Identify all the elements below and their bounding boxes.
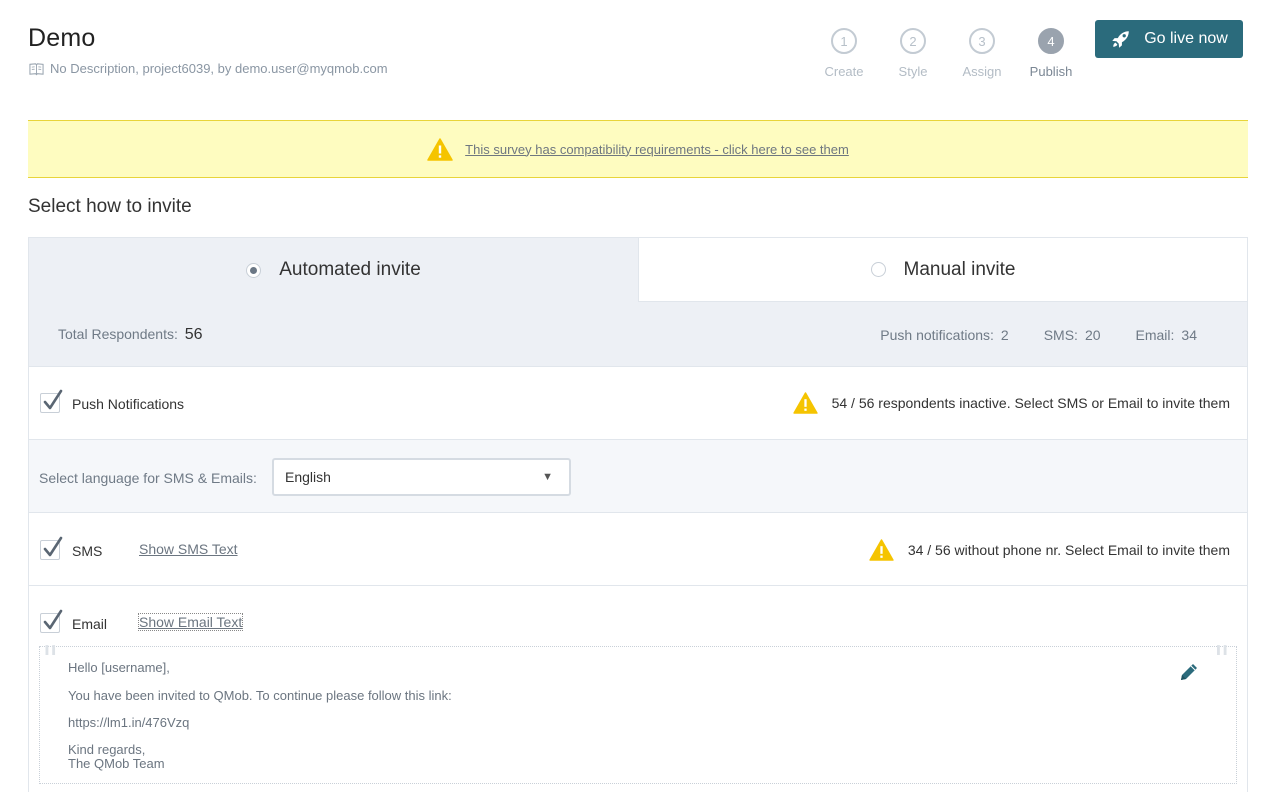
invite-panel: Automated invite Manual invite Total Res… bbox=[28, 237, 1248, 792]
automated-radio[interactable] bbox=[246, 262, 262, 278]
step-number: 3 bbox=[969, 28, 995, 54]
language-label: Select language for SMS & Emails: bbox=[39, 470, 257, 486]
total-label: Total Respondents: bbox=[58, 326, 178, 342]
step-style[interactable]: 2 Style bbox=[879, 28, 947, 79]
sms-warning: 34 / 56 without phone nr. Select Email t… bbox=[869, 539, 1230, 561]
total-value: 56 bbox=[184, 326, 203, 343]
sms-count-label: SMS: bbox=[1043, 327, 1078, 343]
respondent-stats: Total Respondents: 56 Push notifications… bbox=[29, 302, 1247, 367]
step-label: Create bbox=[824, 64, 864, 79]
go-live-label: Go live now bbox=[1144, 30, 1228, 47]
email-row: Email Show Email Text " " Hello [usernam… bbox=[29, 586, 1247, 792]
step-label: Publish bbox=[1029, 64, 1073, 79]
project-subtitle: No Description, project6039, by demo.use… bbox=[29, 61, 388, 76]
pencil-icon[interactable] bbox=[1178, 661, 1200, 683]
warning-triangle-icon bbox=[427, 137, 453, 161]
step-number: 2 bbox=[900, 28, 926, 54]
tab-label: Automated invite bbox=[279, 259, 421, 280]
sms-label: SMS bbox=[72, 543, 103, 559]
tab-automated-invite[interactable]: Automated invite bbox=[29, 238, 638, 302]
compatibility-link[interactable]: This survey has compatibility requiremen… bbox=[465, 142, 849, 157]
email-checkbox[interactable] bbox=[40, 609, 63, 633]
step-assign[interactable]: 3 Assign bbox=[948, 28, 1016, 79]
go-live-button[interactable]: Go live now bbox=[1095, 20, 1243, 58]
email-line: Hello [username], bbox=[68, 660, 170, 675]
step-create[interactable]: 1 Create bbox=[810, 28, 878, 79]
step-label: Style bbox=[898, 64, 928, 79]
push-count: Push notifications: 2 bbox=[880, 327, 1008, 343]
checkmark-icon bbox=[43, 389, 63, 410]
step-label: Assign bbox=[962, 64, 1002, 79]
total-respondents: Total Respondents: 56 bbox=[58, 326, 203, 344]
push-count-value: 2 bbox=[1000, 327, 1009, 343]
step-publish[interactable]: 4 Publish bbox=[1017, 28, 1085, 79]
email-preview: " " Hello [username], You have been invi… bbox=[39, 640, 1237, 784]
email-line: The QMob Team bbox=[68, 756, 165, 771]
sms-warning-text: 34 / 56 without phone nr. Select Email t… bbox=[907, 542, 1230, 558]
channel-counts: Push notifications: 2 SMS: 20 Email: 34 bbox=[880, 327, 1197, 343]
show-email-text-link[interactable]: Show Email Text bbox=[137, 613, 244, 631]
push-checkbox[interactable] bbox=[40, 389, 63, 413]
email-link-line: https://lm1.in/476Vzq bbox=[68, 715, 190, 730]
language-selected-value: English bbox=[285, 469, 331, 485]
push-count-label: Push notifications: bbox=[880, 327, 994, 343]
subtitle-text: No Description, project6039, by demo.use… bbox=[50, 61, 388, 76]
tab-manual-invite[interactable]: Manual invite bbox=[638, 238, 1247, 302]
warning-triangle-icon bbox=[792, 392, 818, 414]
step-number: 4 bbox=[1038, 28, 1064, 54]
page-title: Demo bbox=[28, 24, 96, 52]
invite-tabs: Automated invite Manual invite bbox=[29, 238, 1247, 302]
language-select[interactable]: English ▼ bbox=[272, 458, 571, 496]
section-title: Select how to invite bbox=[28, 196, 192, 217]
email-label: Email bbox=[72, 616, 108, 632]
page-header: Demo No Description, project6039, by dem… bbox=[0, 0, 1278, 110]
step-number: 1 bbox=[831, 28, 857, 54]
manual-radio[interactable] bbox=[870, 262, 886, 277]
email-count-value: 34 bbox=[1181, 327, 1197, 343]
email-count-label: Email: bbox=[1135, 327, 1175, 343]
caret-down-icon: ▼ bbox=[542, 471, 553, 483]
push-notifications-row: Push Notifications 54 / 56 respondents i… bbox=[29, 367, 1247, 440]
email-line: Kind regards, bbox=[68, 742, 146, 757]
show-sms-text-link[interactable]: Show SMS Text bbox=[139, 541, 238, 557]
compatibility-banner: This survey has compatibility requiremen… bbox=[28, 120, 1248, 178]
email-count: Email: 34 bbox=[1136, 327, 1197, 343]
sms-row: SMS Show SMS Text 34 / 56 without phone … bbox=[29, 513, 1247, 586]
tab-label: Manual invite bbox=[903, 258, 1016, 280]
email-line: You have been invited to QMob. To contin… bbox=[68, 688, 452, 703]
quote-open-icon: " bbox=[42, 640, 59, 681]
quote-close-icon: " bbox=[1213, 640, 1230, 681]
wizard-steps: 1 Create 2 Style 3 Assign 4 Publish bbox=[810, 28, 1086, 79]
sms-count-value: 20 bbox=[1084, 327, 1101, 343]
push-warning-text: 54 / 56 respondents inactive. Select SMS… bbox=[831, 395, 1230, 411]
checkmark-icon bbox=[43, 609, 63, 630]
sms-checkbox[interactable] bbox=[40, 536, 63, 560]
push-warning: 54 / 56 respondents inactive. Select SMS… bbox=[792, 392, 1230, 414]
sms-count: SMS: 20 bbox=[1044, 327, 1101, 343]
rocket-icon bbox=[1112, 31, 1129, 48]
book-icon bbox=[29, 62, 44, 75]
checkmark-icon bbox=[43, 536, 63, 557]
warning-triangle-icon bbox=[869, 539, 894, 561]
language-row: Select language for SMS & Emails: Englis… bbox=[29, 440, 1247, 513]
push-label: Push Notifications bbox=[72, 396, 185, 412]
